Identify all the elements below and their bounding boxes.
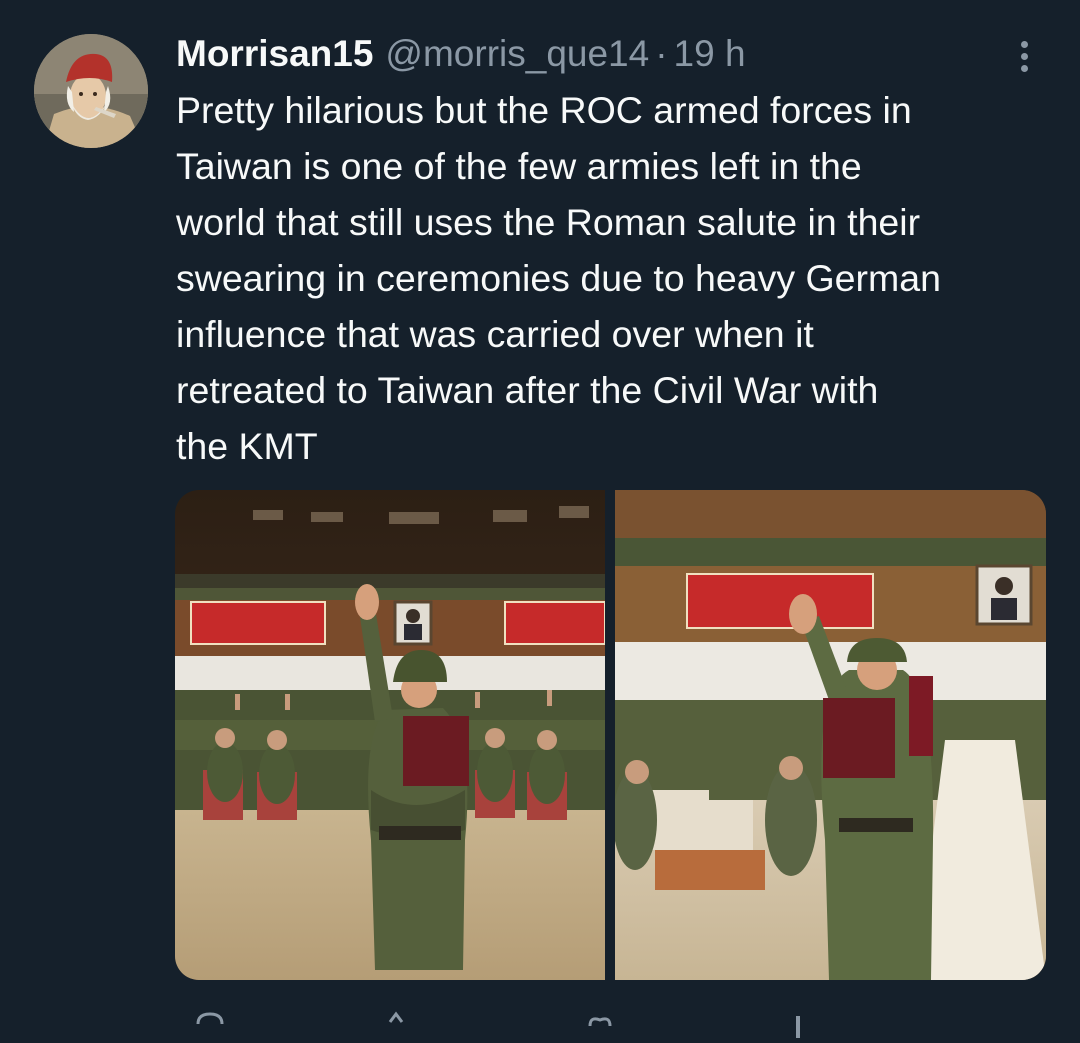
views-icon[interactable] [778, 1008, 818, 1038]
tweet-text-line: Taiwan is one of the few armies left in … [176, 145, 862, 187]
tweet-text-line: swearing in ceremonies due to heavy Germ… [176, 257, 941, 299]
more-vertical-icon[interactable] [1006, 36, 1042, 76]
tweet-actions [176, 1008, 1036, 1038]
retweet-icon[interactable] [376, 1008, 416, 1038]
tweet-text: Pretty hilarious but the ROC armed force… [176, 82, 1066, 474]
separator-dot: · [655, 33, 668, 74]
tweet[interactable]: Morrisan15 @morris_que14 · 19 h Pretty h… [0, 0, 1080, 1038]
tweet-text-line: Pretty hilarious but the ROC armed force… [176, 89, 912, 131]
reply-icon[interactable] [190, 1008, 230, 1038]
avatar[interactable] [34, 34, 148, 148]
timestamp[interactable]: 19 h [674, 30, 746, 78]
tweet-text-line: the KMT [176, 425, 318, 467]
like-icon[interactable] [580, 1008, 620, 1038]
author-display-name[interactable]: Morrisan15 [176, 30, 373, 78]
tweet-text-line: world that still uses the Roman salute i… [176, 201, 921, 243]
media-photo-2[interactable] [615, 490, 1046, 980]
media-photo-1[interactable] [175, 490, 605, 980]
tweet-media [175, 490, 1046, 980]
tweet-text-line: influence that was carried over when it [176, 313, 814, 355]
author-handle[interactable]: @morris_que14 [385, 30, 649, 78]
tweet-header: Morrisan15 @morris_que14 · 19 h [176, 30, 746, 78]
tweet-text-line: retreated to Taiwan after the Civil War … [176, 369, 879, 411]
